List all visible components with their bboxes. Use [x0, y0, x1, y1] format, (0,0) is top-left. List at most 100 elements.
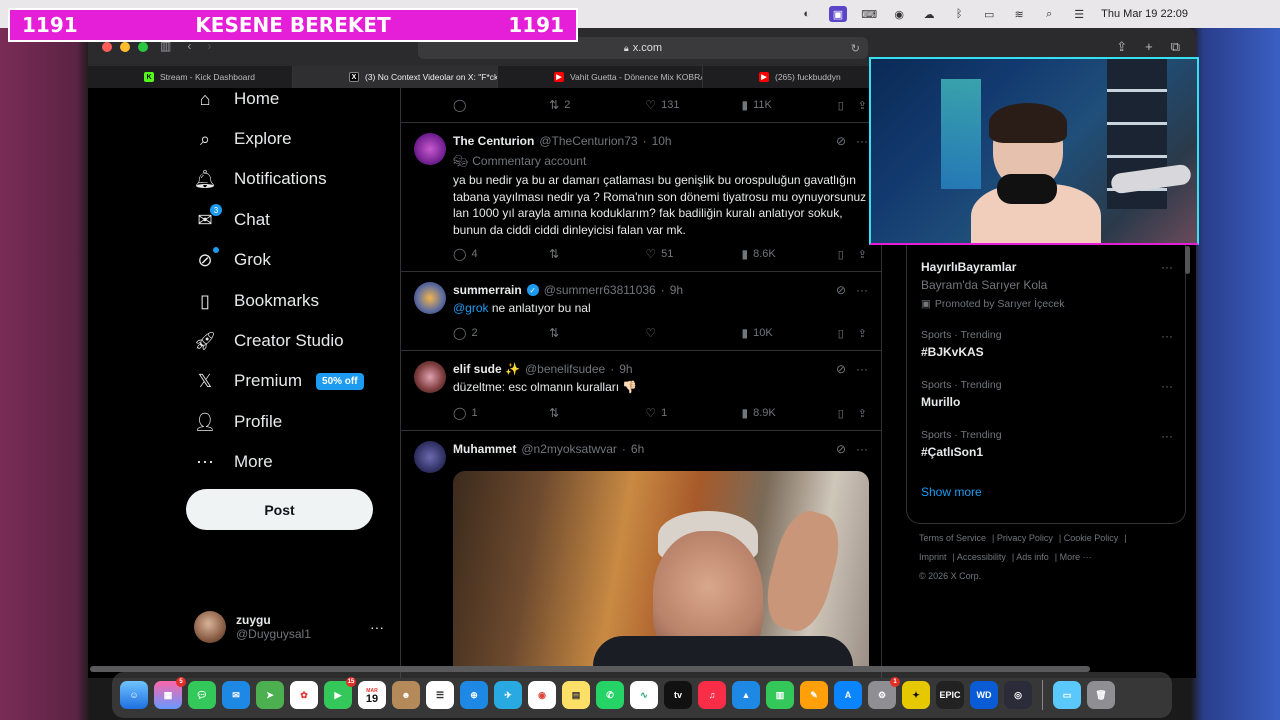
telegram-icon[interactable]: ✈ [494, 681, 522, 709]
mention-link[interactable]: @grok [453, 301, 489, 315]
footer-link[interactable]: Privacy Policy [997, 533, 1053, 543]
search-icon[interactable]: ⌕ [1041, 6, 1057, 22]
reply-button[interactable]: ◯ 4 [453, 247, 493, 261]
footer-link[interactable]: Imprint [919, 552, 947, 562]
trash-icon[interactable]: 🗑︎ [1087, 681, 1115, 709]
views-button[interactable]: ▮ 10K [742, 326, 782, 340]
share-icon[interactable]: ⇪ [858, 407, 867, 420]
tab-youtube-mix[interactable]: ▶ Vahit Guetta - Dönence Mix KOBRA SHOW.… [498, 66, 703, 88]
sync-icon[interactable]: ◐ [799, 6, 815, 22]
post-button[interactable]: Post [186, 489, 373, 530]
sidebar-item-home[interactable]: ⌂ Home [194, 88, 280, 110]
sidebar-item-grok[interactable]: ⊘ Grok [194, 247, 271, 271]
tab-kick-dashboard[interactable]: K Stream - Kick Dashboard [88, 66, 293, 88]
grok-icon[interactable]: ⊘ [836, 134, 846, 148]
calendar-icon[interactable]: MAR 19 [358, 681, 386, 709]
grok-icon[interactable]: ⊘ [836, 283, 846, 297]
maps-icon[interactable]: ➤ [256, 681, 284, 709]
more-options-icon[interactable]: ··· [370, 619, 384, 635]
game-app-icon[interactable]: ✦ [902, 681, 930, 709]
avatar[interactable] [414, 441, 446, 473]
footer-link[interactable]: Accessibility [957, 552, 1006, 562]
tweet-time[interactable]: 10h [652, 134, 672, 148]
avatar[interactable] [414, 282, 446, 314]
tweet-video[interactable] [453, 471, 869, 671]
author-handle[interactable]: @n2myoksatwvar [521, 442, 617, 456]
sidebar-item-more[interactable]: ⋯ More [194, 451, 273, 473]
music-icon[interactable]: ♫ [698, 681, 726, 709]
repost-button[interactable]: ⇅ [549, 406, 589, 420]
minimize-window-button[interactable] [120, 42, 130, 52]
more-options-icon[interactable]: ··· [1161, 379, 1173, 393]
pages-icon[interactable]: ✎ [800, 681, 828, 709]
bookmark-icon[interactable]: ▯ [838, 248, 844, 261]
tweet-time[interactable]: 6h [631, 442, 644, 456]
sidebar-item-notifications[interactable]: 🔔︎ Notifications [194, 168, 327, 190]
folder-icon[interactable]: ▭ [1053, 681, 1081, 709]
reply-button[interactable]: ◯ [453, 98, 493, 112]
author-handle[interactable]: @summerr63811036 [544, 283, 656, 297]
keynote-icon[interactable]: ▲ [732, 681, 760, 709]
obs-icon[interactable]: ◎ [1004, 681, 1032, 709]
trend-item[interactable]: Sports · Trending #BJKvKAS ··· [921, 329, 1173, 359]
tweet[interactable]: elif sude ✨ @benelifsudee · 9h ⊘ ··· düze… [401, 351, 882, 431]
sidebar-item-bookmarks[interactable]: ▯ Bookmarks [194, 290, 319, 312]
keyboard-icon[interactable]: ⌨ [861, 6, 877, 22]
more-options-icon[interactable]: ··· [1161, 329, 1173, 343]
tweet-time[interactable]: 9h [670, 283, 683, 297]
tweet-partial[interactable]: ◯ ⇅ 2 ♡ 131 ▮ 11K ▯ ⇪ [401, 88, 882, 123]
footer-link[interactable]: Ads info [1016, 552, 1049, 562]
mail-icon[interactable]: ✉ [222, 681, 250, 709]
author-name[interactable]: elif sude ✨ [453, 362, 520, 376]
wd-icon[interactable]: WD [970, 681, 998, 709]
avatar[interactable] [414, 361, 446, 393]
new-tab-icon[interactable]: + [1145, 39, 1153, 55]
apple-tv-icon[interactable]: tv [664, 681, 692, 709]
avatar[interactable] [414, 133, 446, 165]
reply-button[interactable]: ◯ 2 [453, 326, 493, 340]
cloud-icon[interactable]: ☁ [921, 6, 937, 22]
author-handle[interactable]: @TheCenturion73 [539, 134, 637, 148]
author-name[interactable]: Muhammet [453, 442, 516, 456]
tab-overview-icon[interactable]: ⧉ [1171, 39, 1180, 55]
tweet[interactable]: summerrain ✓ @summerr63811036 · 9h ⊘ ··· … [401, 272, 882, 351]
photos-icon[interactable]: ✿ [290, 681, 318, 709]
tweet[interactable]: The Centurion @TheCenturion73 · 10h ⊘ ···… [401, 123, 882, 272]
vertical-scrollbar[interactable] [1185, 246, 1190, 274]
sidebar-item-premium[interactable]: 𝕏 Premium 50% off [194, 370, 364, 392]
numbers-icon[interactable]: ▥ [766, 681, 794, 709]
battery-icon[interactable]: ▭ [981, 6, 997, 22]
bookmark-icon[interactable]: ▯ [838, 327, 844, 340]
more-options-icon[interactable]: ··· [856, 283, 868, 297]
whatsapp-icon[interactable]: ✆ [596, 681, 624, 709]
bluetooth-icon[interactable]: ᛒ [951, 6, 967, 22]
more-options-icon[interactable]: ··· [1161, 429, 1173, 443]
reply-button[interactable]: ◯ 1 [453, 406, 493, 420]
tweet-time[interactable]: 9h [619, 362, 632, 376]
settings-icon[interactable]: ⚙ 1 [868, 677, 900, 709]
views-button[interactable]: ▮ 8.6K [742, 247, 782, 261]
tab-x-post[interactable]: X (3) No Context Videolar on X: "F*ckbud… [293, 66, 498, 88]
sidebar-item-profile[interactable]: 👤︎ Profile [194, 411, 283, 433]
repost-button[interactable]: ⇅ 2 [549, 98, 589, 112]
messages-icon[interactable]: 💬︎ [188, 681, 216, 709]
wifi-icon[interactable]: ≋ [1011, 6, 1027, 22]
like-button[interactable]: ♡ 1 [645, 406, 685, 420]
more-options-icon[interactable]: ··· [1161, 260, 1173, 274]
sidebar-item-creator-studio[interactable]: 🚀︎ Creator Studio [194, 330, 344, 352]
trend-item[interactable]: Sports · Trending Murillo ··· [921, 379, 1173, 409]
grok-icon[interactable]: ⊘ [836, 362, 846, 376]
sidebar-item-explore[interactable]: ⌕ Explore [194, 128, 292, 150]
repost-button[interactable]: ⇅ [549, 247, 589, 261]
repost-button[interactable]: ⇅ [549, 326, 589, 340]
more-options-icon[interactable]: ··· [856, 442, 868, 456]
reload-icon[interactable]: ↻ [851, 42, 860, 55]
share-icon[interactable]: ⇪ [858, 99, 867, 112]
menu-clock[interactable]: Thu Mar 19 22:09 [1101, 8, 1188, 20]
control-center-icon[interactable]: ☰ [1071, 6, 1087, 22]
author-name[interactable]: The Centurion [453, 134, 534, 148]
views-button[interactable]: ▮ 8.9K [742, 406, 782, 420]
freeform-icon[interactable]: ∿ [630, 681, 658, 709]
trend-promoted[interactable]: HayırlıBayramlar Bayram'da Sarıyer Kola … [921, 260, 1173, 310]
footer-link[interactable]: Terms of Service [919, 533, 986, 543]
